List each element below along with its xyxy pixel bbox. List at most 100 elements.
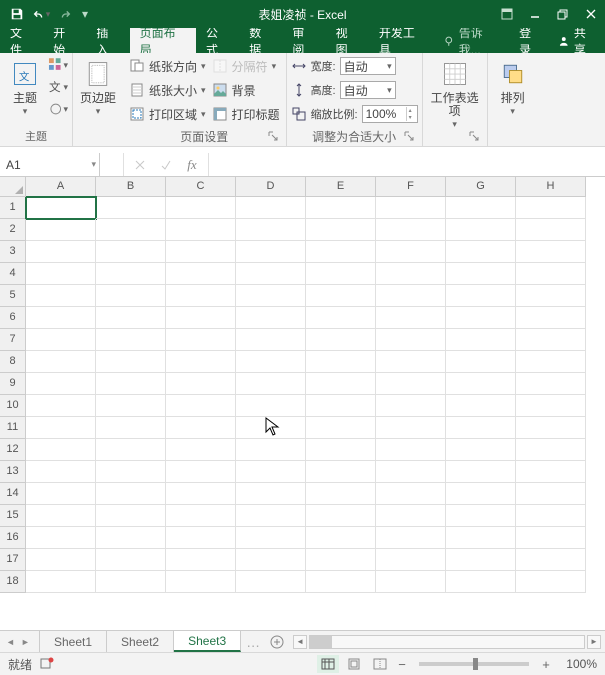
cell[interactable] [26, 395, 96, 417]
cell[interactable] [306, 351, 376, 373]
cell[interactable] [26, 197, 96, 219]
cell[interactable] [26, 307, 96, 329]
zoom-slider[interactable] [419, 662, 529, 666]
row-header[interactable]: 8 [0, 351, 26, 373]
cell[interactable] [26, 351, 96, 373]
cell[interactable] [306, 549, 376, 571]
cell[interactable] [516, 505, 586, 527]
theme-fonts-button[interactable]: 文▾ [48, 78, 68, 96]
cell[interactable] [96, 527, 166, 549]
save-button[interactable] [6, 3, 28, 25]
cell[interactable] [166, 241, 236, 263]
cell[interactable] [516, 219, 586, 241]
cell[interactable] [516, 197, 586, 219]
cell[interactable] [376, 505, 446, 527]
cell[interactable] [166, 527, 236, 549]
cell[interactable] [376, 307, 446, 329]
scale-launcher[interactable] [402, 129, 416, 143]
macro-record-button[interactable] [40, 656, 54, 673]
cell[interactable] [236, 483, 306, 505]
cell[interactable] [516, 373, 586, 395]
cell[interactable] [236, 527, 306, 549]
tab-home[interactable]: 开始 [43, 28, 86, 53]
cell[interactable] [236, 219, 306, 241]
cell[interactable] [306, 571, 376, 593]
cell[interactable] [306, 263, 376, 285]
cell[interactable] [236, 307, 306, 329]
row-header[interactable]: 16 [0, 527, 26, 549]
cell[interactable] [236, 571, 306, 593]
cell[interactable] [376, 461, 446, 483]
restore-button[interactable] [549, 1, 577, 27]
cell[interactable] [306, 395, 376, 417]
cell[interactable] [446, 527, 516, 549]
cell[interactable] [26, 241, 96, 263]
new-sheet-button[interactable] [265, 631, 289, 652]
zoom-in-button[interactable]: + [539, 657, 553, 672]
cell[interactable] [96, 197, 166, 219]
cell[interactable] [166, 285, 236, 307]
orientation-button[interactable]: 纸张方向▾ [127, 56, 208, 76]
cell[interactable] [306, 373, 376, 395]
name-box[interactable]: A1 ▾ [0, 153, 100, 176]
cell[interactable] [166, 461, 236, 483]
redo-button[interactable] [54, 3, 76, 25]
cell[interactable] [376, 373, 446, 395]
cell[interactable] [376, 285, 446, 307]
cell[interactable] [306, 285, 376, 307]
row-header[interactable]: 17 [0, 549, 26, 571]
cell[interactable] [376, 571, 446, 593]
cell[interactable] [516, 483, 586, 505]
cell[interactable] [376, 197, 446, 219]
cell[interactable] [26, 527, 96, 549]
row-header[interactable]: 13 [0, 461, 26, 483]
cell[interactable] [26, 263, 96, 285]
cell[interactable] [26, 329, 96, 351]
cell[interactable] [446, 329, 516, 351]
row-header[interactable]: 6 [0, 307, 26, 329]
cell[interactable] [446, 219, 516, 241]
sheet-nav-next[interactable]: ► [21, 637, 30, 647]
cell[interactable] [516, 417, 586, 439]
cell[interactable] [446, 307, 516, 329]
cell[interactable] [516, 439, 586, 461]
cell[interactable] [446, 373, 516, 395]
sheet-tab-3[interactable]: Sheet3 [174, 631, 241, 652]
cell[interactable] [26, 219, 96, 241]
cell[interactable] [96, 307, 166, 329]
theme-effects-button[interactable]: ▾ [48, 100, 68, 118]
cell[interactable] [96, 417, 166, 439]
cell[interactable] [516, 285, 586, 307]
cell[interactable] [446, 263, 516, 285]
cell[interactable] [306, 439, 376, 461]
column-header[interactable]: F [376, 177, 446, 197]
row-header[interactable]: 14 [0, 483, 26, 505]
cell[interactable] [166, 549, 236, 571]
row-header[interactable]: 18 [0, 571, 26, 593]
column-header[interactable]: H [516, 177, 586, 197]
row-header[interactable]: 15 [0, 505, 26, 527]
cell[interactable] [376, 417, 446, 439]
cell[interactable] [306, 483, 376, 505]
cell[interactable] [236, 505, 306, 527]
cell[interactable] [166, 373, 236, 395]
cell[interactable] [516, 263, 586, 285]
cell[interactable] [26, 571, 96, 593]
cell[interactable] [376, 395, 446, 417]
cell[interactable] [96, 483, 166, 505]
cell[interactable] [446, 285, 516, 307]
width-input[interactable]: 自动▾ [340, 57, 396, 75]
tell-me-search[interactable]: 告诉我... [435, 28, 511, 53]
cell[interactable] [236, 285, 306, 307]
cell[interactable] [446, 505, 516, 527]
tab-view[interactable]: 视图 [326, 28, 369, 53]
cell[interactable] [26, 461, 96, 483]
select-all-button[interactable] [0, 177, 26, 197]
cell[interactable] [376, 483, 446, 505]
cell[interactable] [96, 351, 166, 373]
sheet-options-launcher[interactable] [467, 129, 481, 143]
cell[interactable] [26, 483, 96, 505]
row-header[interactable]: 10 [0, 395, 26, 417]
cell[interactable] [96, 461, 166, 483]
cell[interactable] [446, 351, 516, 373]
